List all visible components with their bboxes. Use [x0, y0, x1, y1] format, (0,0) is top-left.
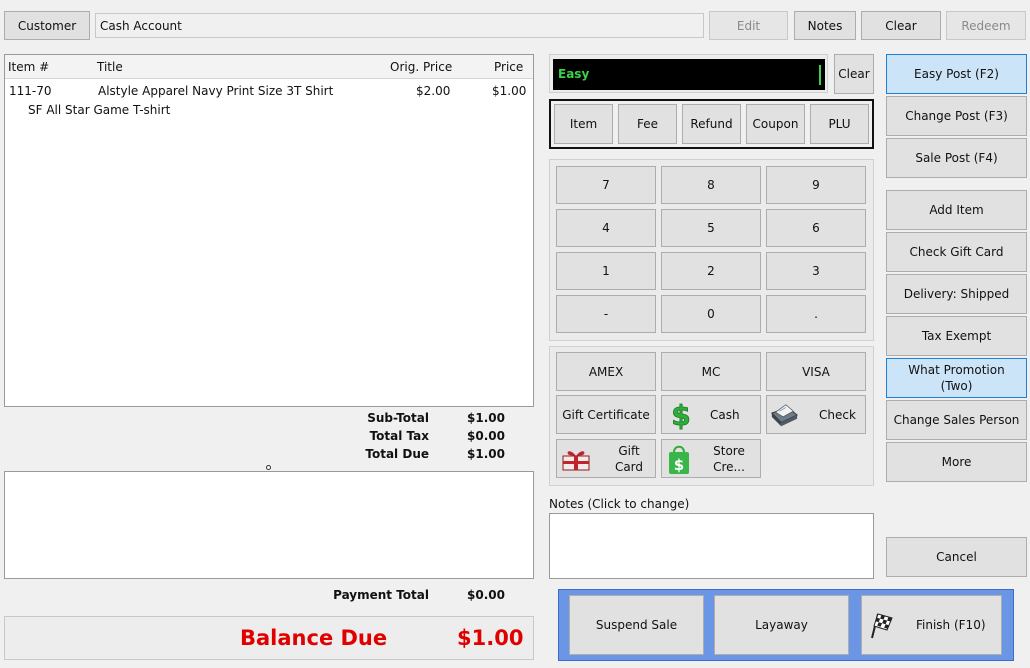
- add-item-button[interactable]: Add Item: [886, 190, 1027, 230]
- key-0[interactable]: 0: [661, 295, 761, 333]
- col-price[interactable]: Price: [494, 60, 523, 74]
- clear-customer-button[interactable]: Clear: [861, 11, 941, 40]
- total-tax-label: Total Tax: [369, 429, 429, 443]
- text-cursor: [819, 65, 821, 85]
- svg-text:$: $: [671, 400, 690, 430]
- redeem-button[interactable]: Redeem: [946, 11, 1026, 40]
- gift-certificate-button[interactable]: Gift Certificate: [556, 395, 656, 434]
- more-button[interactable]: More: [886, 442, 1027, 482]
- key-1[interactable]: 1: [556, 252, 656, 290]
- payments-list[interactable]: [4, 471, 534, 579]
- key-3[interactable]: 3: [766, 252, 866, 290]
- key-decimal[interactable]: .: [766, 295, 866, 333]
- amex-button[interactable]: AMEX: [556, 352, 656, 391]
- layaway-button[interactable]: Layaway: [714, 595, 849, 655]
- gift-icon: [561, 444, 591, 474]
- subtotal-value: $1.00: [467, 411, 505, 425]
- col-item-no[interactable]: Item #: [8, 60, 49, 74]
- tax-exempt-button[interactable]: Tax Exempt: [886, 316, 1027, 356]
- items-table[interactable]: Item # Title Orig. Price Price 111-70 Al…: [4, 54, 534, 407]
- notes-box[interactable]: [549, 513, 874, 579]
- what-promotion-button[interactable]: What Promotion (Two): [886, 358, 1027, 398]
- finish-label: Finish (F10): [916, 618, 986, 632]
- mode-coupon-button[interactable]: Coupon: [746, 104, 805, 144]
- row-price: $1.00: [492, 84, 527, 98]
- mode-plu-button[interactable]: PLU: [810, 104, 869, 144]
- total-due-label: Total Due: [365, 447, 429, 461]
- edit-button[interactable]: Edit: [709, 11, 788, 40]
- key-4[interactable]: 4: [556, 209, 656, 247]
- key-minus[interactable]: -: [556, 295, 656, 333]
- dollar-icon: $: [666, 400, 696, 430]
- cancel-button[interactable]: Cancel: [886, 537, 1027, 577]
- key-6[interactable]: 6: [766, 209, 866, 247]
- entry-display-frame: Easy: [549, 54, 828, 93]
- total-tax-value: $0.00: [467, 429, 505, 443]
- what-promotion-sublabel: (Two): [940, 379, 973, 393]
- suspend-sale-button[interactable]: Suspend Sale: [569, 595, 704, 655]
- key-8[interactable]: 8: [661, 166, 761, 204]
- row-subtitle: SF All Star Game T-shirt: [28, 103, 171, 117]
- notes-label: Notes (Click to change): [549, 497, 690, 511]
- visa-button[interactable]: VISA: [766, 352, 866, 391]
- table-row[interactable]: 111-70 Alstyle Apparel Navy Print Size 3…: [5, 81, 533, 121]
- mode-refund-button[interactable]: Refund: [682, 104, 741, 144]
- check-gift-card-button[interactable]: Check Gift Card: [886, 232, 1027, 272]
- key-2[interactable]: 2: [661, 252, 761, 290]
- what-promotion-label: What Promotion: [908, 363, 1005, 377]
- clear-entry-button[interactable]: Clear: [834, 54, 874, 94]
- gift-card-button[interactable]: Gift Card: [556, 439, 656, 478]
- checkered-flag-icon: [866, 610, 896, 640]
- row-orig-price: $2.00: [416, 84, 451, 98]
- notes-button[interactable]: Notes: [794, 11, 856, 40]
- check-label: Check: [819, 407, 856, 422]
- entry-mode-text: Easy: [558, 67, 590, 81]
- gift-card-label: Gift Card: [614, 443, 644, 474]
- change-post-button[interactable]: Change Post (F3): [886, 96, 1027, 136]
- store-credit-button[interactable]: $ Store Cre...: [661, 439, 761, 478]
- finish-button[interactable]: Finish (F10): [861, 595, 1002, 655]
- cash-label: Cash: [710, 407, 740, 422]
- col-orig-price[interactable]: Orig. Price: [390, 60, 452, 74]
- balance-due-value: $1.00: [457, 626, 524, 650]
- payment-total-value: $0.00: [467, 588, 505, 602]
- easy-post-button[interactable]: Easy Post (F2): [886, 54, 1027, 94]
- balance-due-box: Balance Due $1.00: [4, 616, 534, 660]
- col-title[interactable]: Title: [97, 60, 123, 74]
- total-due-value: $1.00: [467, 447, 505, 461]
- customer-button[interactable]: Customer: [4, 11, 90, 40]
- key-5[interactable]: 5: [661, 209, 761, 247]
- check-printer-icon: [769, 400, 799, 430]
- entry-display[interactable]: Easy: [553, 59, 825, 90]
- splitter-handle[interactable]: [266, 465, 271, 470]
- key-7[interactable]: 7: [556, 166, 656, 204]
- change-sales-person-button[interactable]: Change Sales Person: [886, 400, 1027, 440]
- delivery-button[interactable]: Delivery: Shipped: [886, 274, 1027, 314]
- mode-item-button[interactable]: Item: [554, 104, 613, 144]
- payment-total-label: Payment Total: [333, 588, 429, 602]
- key-9[interactable]: 9: [766, 166, 866, 204]
- svg-text:$: $: [674, 456, 684, 474]
- shopping-bag-icon: $: [666, 444, 692, 474]
- cash-button[interactable]: $ Cash: [661, 395, 761, 434]
- balance-due-label: Balance Due: [240, 626, 388, 650]
- check-button[interactable]: Check: [766, 395, 866, 434]
- mode-fee-button[interactable]: Fee: [618, 104, 677, 144]
- customer-account-field[interactable]: Cash Account: [95, 13, 704, 38]
- sale-post-button[interactable]: Sale Post (F4): [886, 138, 1027, 178]
- mc-button[interactable]: MC: [661, 352, 761, 391]
- items-table-header: Item # Title Orig. Price Price: [5, 55, 533, 79]
- subtotal-label: Sub-Total: [367, 411, 429, 425]
- row-item-no: 111-70: [9, 84, 52, 98]
- store-credit-label: Store Cre...: [713, 443, 745, 474]
- row-title: Alstyle Apparel Navy Print Size 3T Shirt: [98, 84, 334, 98]
